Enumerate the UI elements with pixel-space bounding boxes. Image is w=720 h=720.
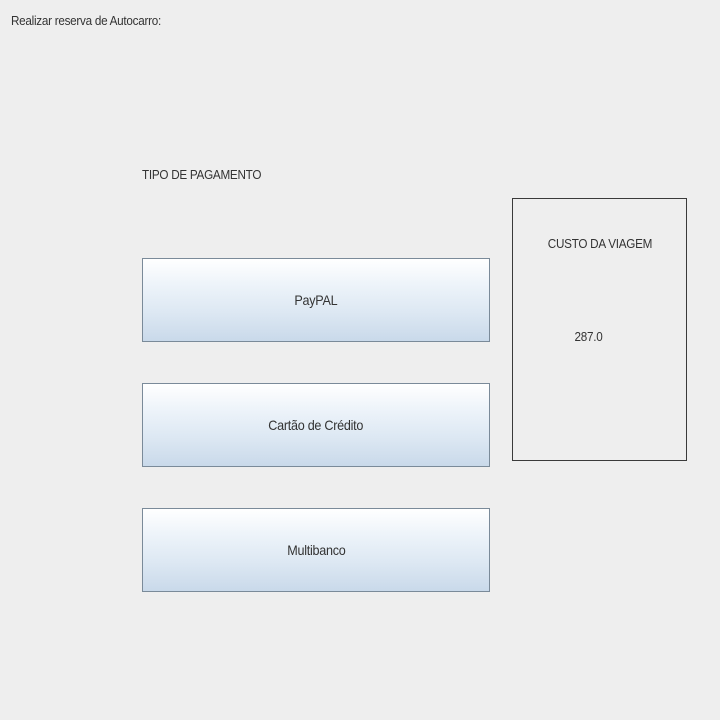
trip-cost-panel: CUSTO DA VIAGEM 287.0 bbox=[512, 198, 687, 461]
paypal-button-label: PayPAL bbox=[294, 292, 338, 308]
credit-card-button[interactable]: Cartão de Crédito bbox=[142, 383, 490, 467]
trip-cost-value: 287.0 bbox=[573, 329, 604, 344]
trip-cost-title-text: CUSTO DA VIAGEM bbox=[547, 236, 652, 251]
paypal-button[interactable]: PayPAL bbox=[142, 258, 490, 342]
window-title: Realizar reserva de Autocarro: bbox=[11, 13, 161, 28]
payment-type-label: TIPO DE PAGAMENTO bbox=[142, 167, 262, 182]
multibanco-button-label: Multibanco bbox=[286, 542, 346, 558]
trip-cost-title: CUSTO DA VIAGEM bbox=[513, 236, 686, 251]
trip-cost-value-text: 287.0 bbox=[574, 329, 603, 344]
credit-card-button-label: Cartão de Crédito bbox=[268, 417, 364, 433]
multibanco-button[interactable]: Multibanco bbox=[142, 508, 490, 592]
